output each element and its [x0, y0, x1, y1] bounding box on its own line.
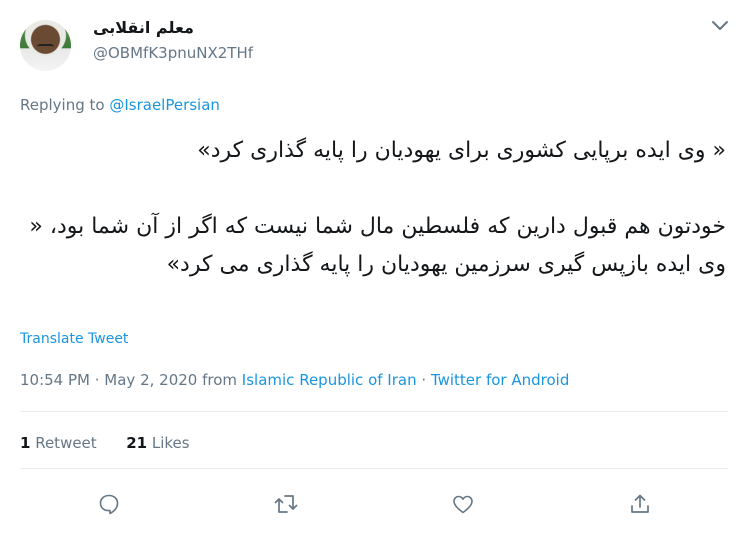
retweets-count: 1 [20, 434, 31, 452]
chevron-down-icon[interactable] [709, 14, 731, 36]
retweet-button[interactable] [270, 488, 302, 520]
tweet-time[interactable]: 10:54 PM [20, 371, 90, 389]
share-button[interactable] [624, 488, 656, 520]
reply-target-link[interactable]: @IsraelPersian [109, 96, 220, 114]
replying-to: Replying to @IsraelPersian [20, 96, 220, 114]
location-link[interactable]: Islamic Republic of Iran [242, 371, 417, 389]
translate-tweet-link[interactable]: Translate Tweet [20, 331, 128, 347]
avatar-glasses [37, 44, 54, 50]
divider [20, 411, 728, 412]
action-bar [0, 488, 748, 520]
tweet-text: « وی ایده برپایی کشوری برای یهودیان را پ… [29, 138, 726, 277]
heart-icon [451, 492, 475, 516]
like-button[interactable] [447, 488, 479, 520]
divider [20, 468, 728, 469]
meta-separator: · [89, 371, 105, 389]
tweet-date[interactable]: May 2, 2020 [104, 371, 197, 389]
replying-to-prefix: Replying to [20, 96, 110, 114]
author-display-name[interactable]: معلم انقلابی [93, 18, 194, 37]
reply-icon [97, 492, 121, 516]
likes-stat[interactable]: 21 Likes [126, 434, 189, 452]
meta-from: from [197, 371, 242, 389]
share-icon [628, 492, 652, 516]
reply-button[interactable] [93, 488, 125, 520]
meta-separator-2: · [416, 371, 431, 389]
retweets-label: Retweet [30, 434, 97, 452]
retweet-icon [273, 492, 299, 516]
engagement-stats: 1 Retweet 21 Likes [20, 434, 190, 452]
avatar[interactable] [20, 20, 71, 71]
source-link[interactable]: Twitter for Android [431, 371, 569, 389]
retweets-stat[interactable]: 1 Retweet [20, 434, 97, 452]
likes-count: 21 [126, 434, 148, 452]
tweet-metadata: 10:54 PM · May 2, 2020 from Islamic Repu… [20, 371, 569, 389]
likes-label: Likes [147, 434, 190, 452]
author-handle[interactable]: @OBMfK3pnuNX2THf [93, 44, 253, 62]
